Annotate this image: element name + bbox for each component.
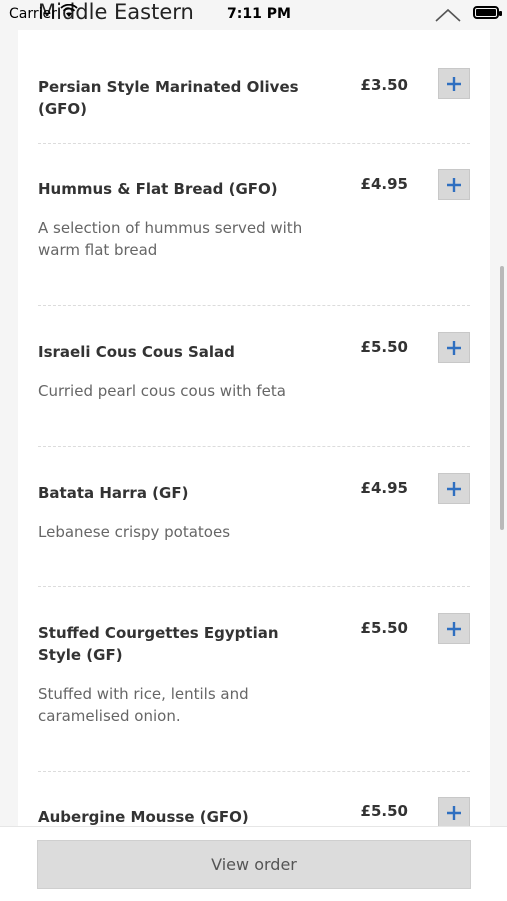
item-price: £4.95 (360, 479, 408, 497)
plus-icon (447, 177, 461, 192)
status-bar: Carrier 7:11 PM (0, 0, 507, 30)
item-name: Aubergine Mousse (GFO) (38, 808, 249, 826)
menu-item: Israeli Cous Cous Salad Curried pearl co… (38, 332, 470, 412)
item-name: Persian Style Marinated Olives (GFO) (38, 78, 299, 118)
divider (38, 446, 470, 447)
wifi-icon (60, 3, 78, 22)
item-name: Hummus & Flat Bread (GFO) (38, 180, 278, 198)
plus-icon (447, 481, 461, 496)
battery-icon (473, 6, 502, 19)
plus-icon (447, 76, 461, 91)
plus-icon (447, 340, 461, 355)
divider (38, 143, 470, 144)
footer-bar: View order (0, 826, 507, 901)
menu-item: Hummus & Flat Bread (GFO) A selection of… (38, 169, 470, 270)
divider (38, 771, 470, 772)
menu-item: Persian Style Marinated Olives (GFO) £3.… (38, 68, 470, 128)
scrollbar[interactable] (500, 266, 504, 530)
add-to-order-button[interactable] (438, 613, 470, 644)
item-price: £5.50 (360, 338, 408, 356)
divider (38, 586, 470, 587)
view-order-button[interactable]: View order (37, 840, 471, 889)
add-to-order-button[interactable] (438, 332, 470, 363)
item-description: Curried pearl cous cous with feta (38, 382, 286, 400)
add-to-order-button[interactable] (438, 169, 470, 200)
item-price: £5.50 (360, 619, 408, 637)
item-price: £4.95 (360, 175, 408, 193)
item-description: Stuffed with rice, lentils and caramelis… (38, 685, 249, 725)
divider (38, 305, 470, 306)
item-price: £3.50 (360, 76, 408, 94)
menu-item: Batata Harra (GF) Lebanese crispy potato… (38, 473, 470, 553)
clock: 7:11 PM (227, 6, 291, 22)
plus-icon (447, 621, 461, 636)
carrier-label: Carrier (9, 6, 57, 22)
item-price: £5.50 (360, 802, 408, 820)
chevron-up-icon[interactable] (435, 7, 461, 26)
item-name: Stuffed Courgettes Egyptian Style (GF) (38, 624, 279, 664)
plus-icon (447, 805, 461, 820)
item-name: Batata Harra (GF) (38, 484, 189, 502)
item-name: Israeli Cous Cous Salad (38, 343, 235, 361)
item-description: A selection of hummus served with warm f… (38, 219, 303, 259)
add-to-order-button[interactable] (438, 473, 470, 504)
item-description: Lebanese crispy potatoes (38, 523, 231, 541)
menu-item: Stuffed Courgettes Egyptian Style (GF) S… (38, 613, 470, 733)
menu-list: Persian Style Marinated Olives (GFO) £3.… (18, 30, 490, 830)
add-to-order-button[interactable] (438, 797, 470, 828)
add-to-order-button[interactable] (438, 68, 470, 99)
